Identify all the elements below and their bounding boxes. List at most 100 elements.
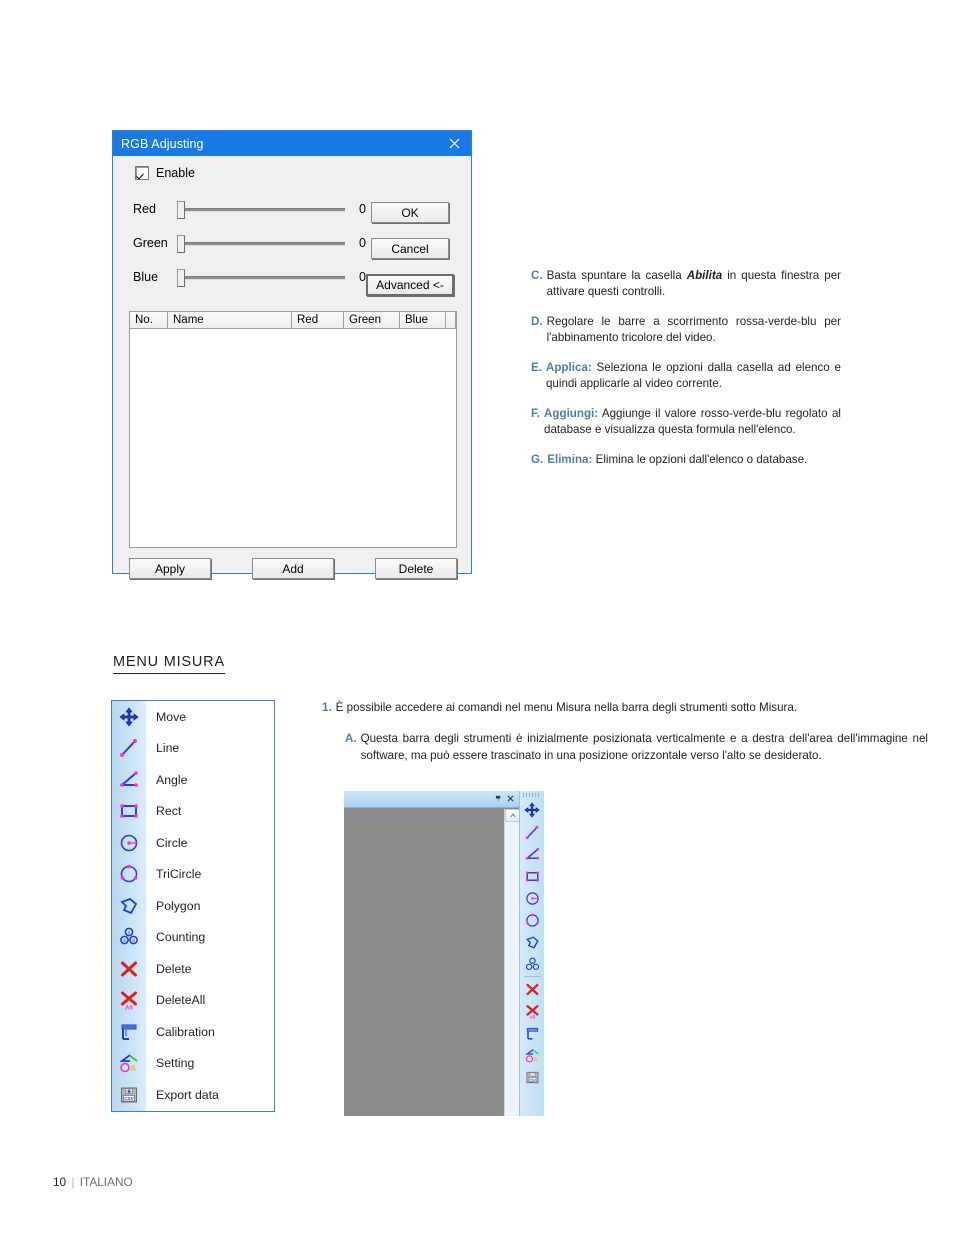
menu-item-polygon[interactable]: Polygon <box>112 890 274 922</box>
slider-thumb[interactable] <box>177 201 185 219</box>
blue-slider[interactable] <box>177 267 345 287</box>
instruction-marker: D. <box>531 314 543 328</box>
column-header-no[interactable]: No. <box>130 312 168 328</box>
dialog-body: Enable Red 0 Green 0 Blue 0 OK Cancel Ad… <box>113 156 471 579</box>
instruction-text: Applica: Seleziona le opzioni dalla case… <box>545 360 841 391</box>
software-screenshot: All A CSV <box>344 791 544 1116</box>
menu-item-tricircle[interactable]: TriCircle <box>112 859 274 891</box>
menu-item-label: Angle <box>156 772 188 787</box>
toolbar-circle-button[interactable] <box>521 887 543 909</box>
bold-term: Abilita <box>686 269 723 282</box>
dialog-titlebar: RGB Adjusting <box>113 131 471 156</box>
instruction-text: Regolare le barre a scorrimento rossa-ve… <box>546 314 841 345</box>
add-button[interactable]: Add <box>252 558 334 579</box>
menu-item-move[interactable]: Move <box>112 701 274 733</box>
rgb-presets-listbox[interactable]: No. Name Red Green Blue <box>129 311 457 548</box>
instruction-marker: A. <box>345 731 357 745</box>
measure-menu-panel: Move Line Angle Rect Circle TriCircle Po… <box>111 700 275 1112</box>
toolbar-drag-handle[interactable] <box>523 793 541 797</box>
pin-icon[interactable] <box>495 795 502 804</box>
menu-item-deleteall[interactable]: All DeleteAll <box>112 985 274 1017</box>
toolbar-deleteall-button[interactable]: All <box>521 1000 543 1022</box>
page-number: 10 <box>53 1175 67 1189</box>
toolbar-polygon-button[interactable] <box>521 931 543 953</box>
slider-track <box>177 276 345 280</box>
menu-item-label: Move <box>156 709 187 724</box>
page-footer: 10 | ITALIANO <box>53 1175 133 1189</box>
column-header-blue[interactable]: Blue <box>400 312 446 328</box>
toolbar-delete-button[interactable] <box>521 978 543 1000</box>
ok-button[interactable]: OK <box>371 202 449 223</box>
enable-checkbox[interactable] <box>135 166 149 180</box>
enable-checkbox-row[interactable]: Enable <box>135 166 195 180</box>
menu-item-label: Export data <box>156 1087 219 1102</box>
close-icon[interactable] <box>437 131 471 156</box>
move-arrows-icon <box>112 701 146 733</box>
red-slider-row[interactable]: Red 0 <box>133 198 383 220</box>
delete-button[interactable]: Delete <box>375 558 457 579</box>
menu-item-rect[interactable]: Rect <box>112 796 274 828</box>
column-header-extra[interactable] <box>446 312 456 328</box>
menu-item-label: Polygon <box>156 898 201 913</box>
instruction-keyword: Aggiungi: <box>544 406 599 420</box>
green-slider-label: Green <box>133 236 168 250</box>
toolbar-line-button[interactable] <box>521 821 543 843</box>
menu-item-calibration[interactable]: Calibration <box>112 1016 274 1048</box>
green-slider[interactable] <box>177 233 345 253</box>
menu-item-counting[interactable]: 1 2 3 Counting <box>112 922 274 954</box>
toolbar-rect-button[interactable] <box>521 865 543 887</box>
apply-button[interactable]: Apply <box>129 558 211 579</box>
green-slider-row[interactable]: Green 0 <box>133 232 383 254</box>
footer-separator: | <box>71 1175 75 1189</box>
toolbar-move-button[interactable] <box>521 799 543 821</box>
slider-thumb[interactable] <box>177 235 185 253</box>
instruction-marker: C. <box>531 269 543 282</box>
instruction-text: È possibile accedere ai comandi nel menu… <box>335 701 798 714</box>
menu-item-export-data[interactable]: CSV Export data <box>112 1079 274 1111</box>
toolbar-calibration-button[interactable] <box>521 1022 543 1044</box>
toolbar-export-button[interactable]: CSV <box>521 1066 543 1088</box>
toolbar-counting-button[interactable] <box>521 953 543 975</box>
menu-item-line[interactable]: Line <box>112 733 274 765</box>
column-header-name[interactable]: Name <box>168 312 292 328</box>
image-canvas[interactable] <box>344 809 504 1116</box>
advanced-button[interactable]: Advanced <- <box>366 274 454 296</box>
column-header-red[interactable]: Red <box>292 312 344 328</box>
angle-icon <box>112 764 146 796</box>
setting-icon: A <box>112 1048 146 1080</box>
blue-slider-row[interactable]: Blue 0 <box>133 266 383 288</box>
toolbar-angle-button[interactable] <box>521 843 543 865</box>
listbox-body[interactable] <box>130 329 456 547</box>
svg-text:2: 2 <box>123 938 126 943</box>
cancel-button[interactable]: Cancel <box>371 238 449 259</box>
slider-thumb[interactable] <box>177 269 185 287</box>
red-slider-label: Red <box>133 202 156 216</box>
instruction-text: Questa barra degli strumenti è inizialme… <box>360 731 928 762</box>
chevron-up-icon[interactable] <box>505 809 520 822</box>
instruction-g: G. Elimina: Elimina le opzioni dall'elen… <box>531 452 841 468</box>
toolbar-tricircle-button[interactable] <box>521 909 543 931</box>
menu-item-label: DeleteAll <box>156 993 206 1008</box>
line-icon <box>112 733 146 765</box>
column-header-green[interactable]: Green <box>344 312 400 328</box>
menu-item-label: Setting <box>156 1056 195 1071</box>
menu-item-delete[interactable]: Delete <box>112 953 274 985</box>
menu-item-label: Line <box>156 741 180 756</box>
instruction-text: Elimina: Elimina le opzioni dall'elenco … <box>547 452 808 466</box>
red-slider[interactable] <box>177 199 345 219</box>
instruction-marker: E. <box>531 360 542 374</box>
toolbar-setting-button[interactable]: A <box>521 1044 543 1066</box>
menu-item-setting[interactable]: A Setting <box>112 1048 274 1080</box>
menu-item-label: Delete <box>156 961 192 976</box>
dialog-action-buttons: Apply Add Delete <box>129 558 457 579</box>
menu-item-circle[interactable]: Circle <box>112 827 274 859</box>
svg-text:All: All <box>529 1014 535 1018</box>
menu-item-angle[interactable]: Angle <box>112 764 274 796</box>
menu-item-label: Calibration <box>156 1024 215 1039</box>
instruction-marker: F. <box>531 406 541 420</box>
instruction-keyword: Elimina: <box>547 452 593 466</box>
close-icon[interactable] <box>507 794 514 804</box>
toolbar-separator <box>523 976 541 977</box>
vertical-scrollbar[interactable] <box>504 809 520 1116</box>
instruction-text: Aggiungi: Aggiunge il valore rosso-verde… <box>544 406 841 437</box>
